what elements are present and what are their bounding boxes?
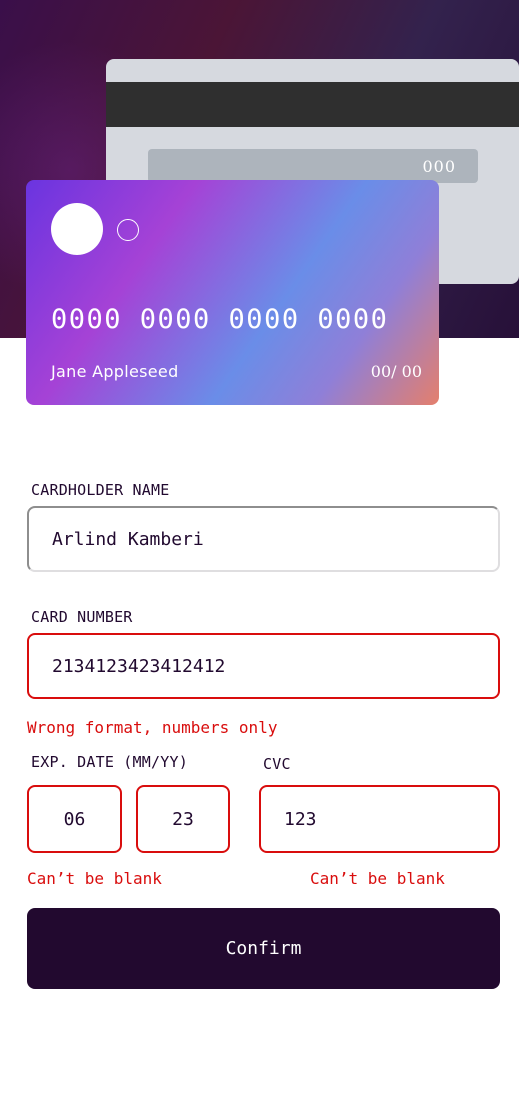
card-front-expiry: 00/ 00 [370, 362, 422, 381]
exp-date-label: EXP. DATE (MM/YY) [31, 753, 188, 771]
card-front: 0000 0000 0000 0000 Jane Appleseed 00/ 0… [26, 180, 439, 405]
card-front-holder: Jane Appleseed [51, 362, 179, 381]
card-number-input[interactable]: 2134123423412412 [27, 633, 500, 699]
magnetic-stripe [106, 82, 519, 127]
exp-year-input[interactable]: 23 [136, 785, 230, 853]
cvc-input[interactable]: 123 [259, 785, 500, 853]
card-logo-ring-icon [117, 219, 139, 241]
exp-date-error: Can’t be blank [27, 869, 162, 888]
card-number-error: Wrong format, numbers only [27, 718, 278, 737]
card-front-number: 0000 0000 0000 0000 [51, 304, 389, 335]
card-logo-circle-icon [51, 203, 103, 255]
exp-month-input[interactable]: 06 [27, 785, 122, 853]
cvc-error: Can’t be blank [310, 869, 445, 888]
card-back-cvc: 000 [148, 149, 478, 183]
card-number-label: CARD NUMBER [31, 608, 133, 626]
cvc-label: CVC [263, 755, 291, 773]
cardholder-name-input[interactable]: Arlind Kamberi [27, 506, 500, 572]
cardholder-name-label: CARDHOLDER NAME [31, 481, 170, 499]
confirm-button[interactable]: Confirm [27, 908, 500, 989]
